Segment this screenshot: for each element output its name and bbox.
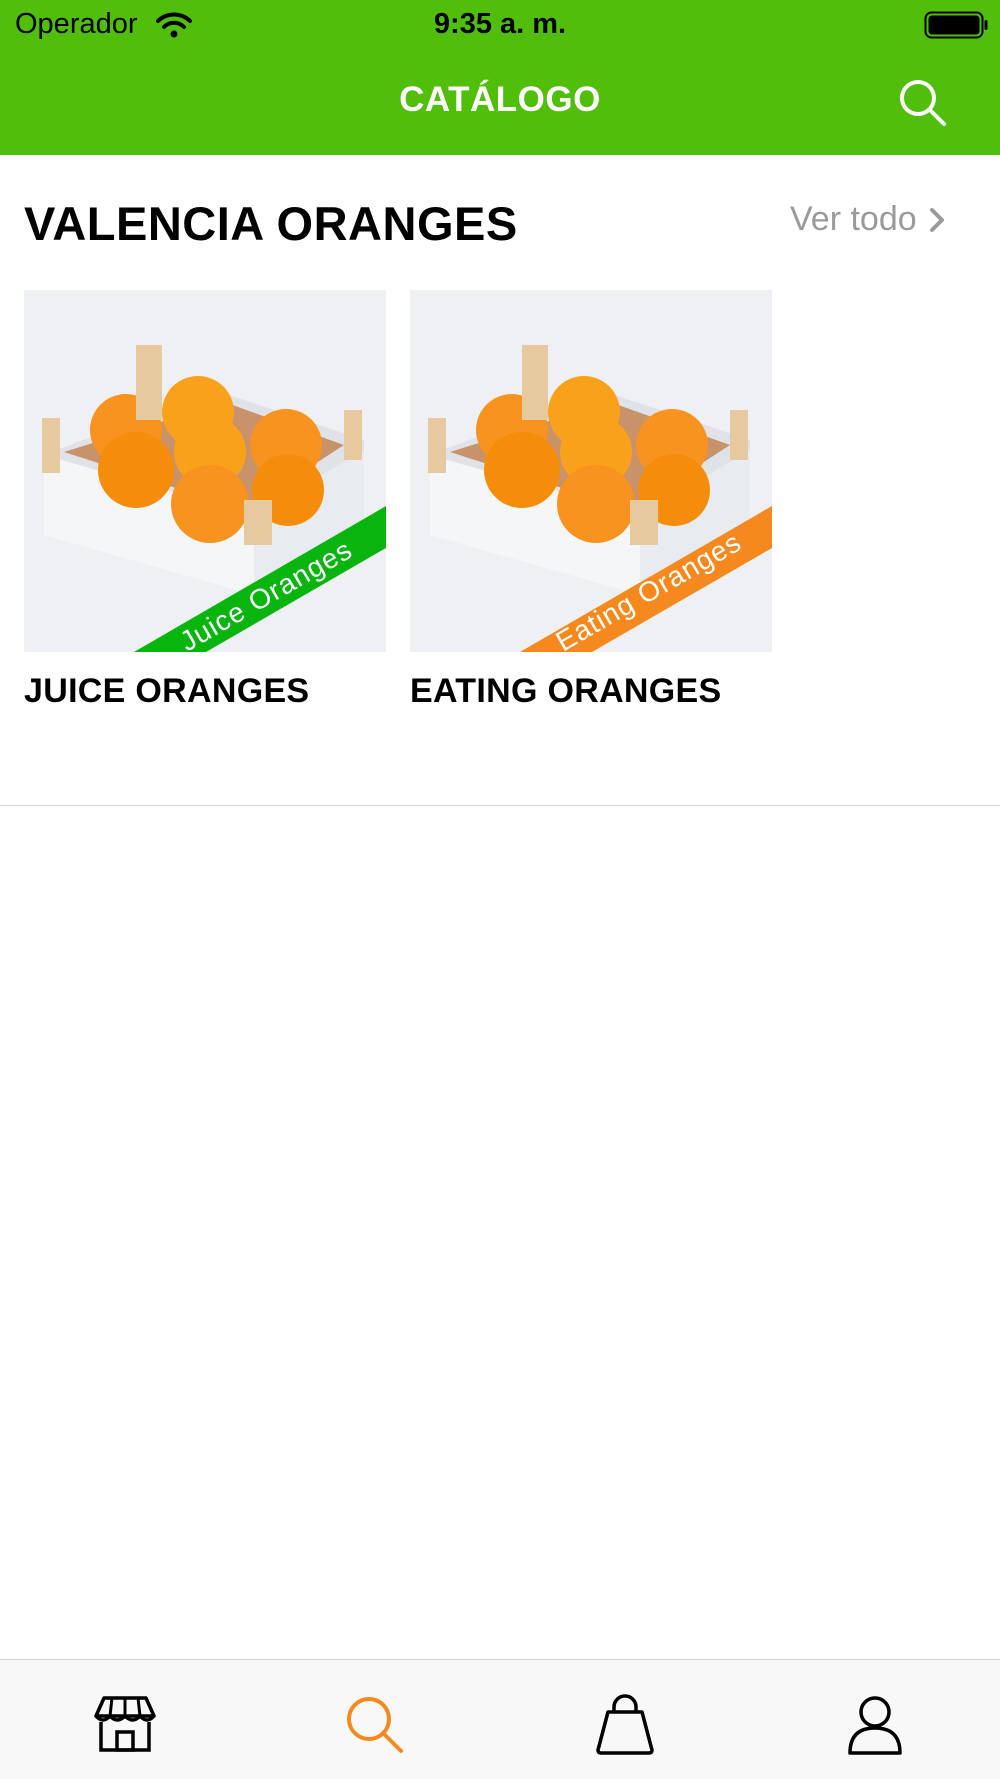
tab-cart[interactable] [590,1690,660,1760]
product-name: EATING ORANGES [410,672,722,710]
search-button[interactable] [895,75,951,131]
tab-profile[interactable] [840,1690,910,1760]
search-icon [347,1697,403,1753]
profile-icon [848,1696,902,1755]
page-title: CATÁLOGO [399,80,601,119]
product-card-juice-oranges[interactable]: Juice Oranges JUICE ORANGES [24,290,386,711]
product-image: Juice Oranges [24,290,386,652]
tab-search[interactable] [340,1690,410,1760]
section-divider [0,805,1000,806]
search-icon [900,80,946,126]
battery-icon [924,10,990,45]
status-time: 9:35 a. m. [433,8,567,40]
tab-bar [0,1659,1000,1779]
chevron-right-icon [929,207,944,232]
status-bar: Operador 9:35 a. m. [0,0,1000,50]
product-name: JUICE ORANGES [24,672,310,710]
tab-store[interactable] [90,1690,160,1760]
product-image: Eating Oranges [410,290,772,652]
app-header: Operador 9:35 a. m. CATÁLOGO [0,0,1000,155]
section-title: VALENCIA ORANGES [24,197,518,250]
see-all-label: Ver todo [790,200,917,238]
see-all-link[interactable]: Ver todo [790,200,945,239]
shopping-bag-icon [596,1694,654,1755]
product-card-eating-oranges[interactable]: Eating Oranges EATING ORANGES [410,290,772,711]
store-icon [94,1696,156,1752]
